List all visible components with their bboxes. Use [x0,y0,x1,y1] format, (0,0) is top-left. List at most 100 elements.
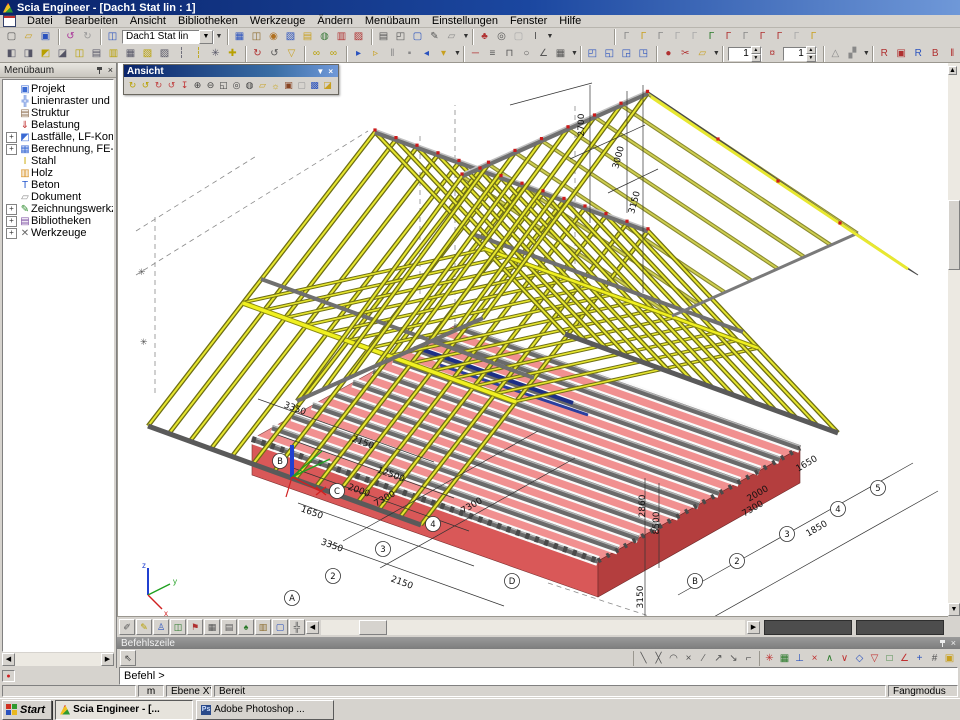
sidebar-tree-item[interactable]: + ╬ Linienraster und Gescho [3,95,113,107]
taskbar-app-button[interactable]: Ps Adobe Photoshop ... [196,700,334,720]
view-icon[interactable]: ▦ [122,46,139,61]
snap-icon[interactable]: ╲ [636,651,651,666]
select-icon[interactable]: ▸ [350,46,367,61]
draw-icon[interactable]: ✎ [136,619,152,635]
view-toolbar-header[interactable]: Ansicht ▼ × [124,65,338,77]
dropdown-icon[interactable]: ▼ [462,33,470,40]
snap-icon[interactable]: ∕ [696,651,711,666]
menu-item[interactable]: Bibliotheken [172,15,244,28]
dropdown-icon[interactable]: ▼ [454,50,461,57]
monitor-icon[interactable]: ▢ [272,619,288,635]
scrollbar-thumb[interactable] [948,200,960,270]
layers-icon[interactable]: ◫ [248,29,265,44]
print-icon[interactable]: ▤ [375,29,392,44]
redo-icon[interactable]: ↻ [79,29,96,44]
dropdown-icon[interactable]: ▼ [713,50,720,57]
expand-icon[interactable]: + [6,204,17,215]
line-icon[interactable]: ─ [467,46,484,61]
snap-mode-icon[interactable]: ✳ [762,651,777,666]
snap-mode-icon[interactable]: ◇ [852,651,867,666]
view-icon[interactable]: ◫ [71,46,88,61]
marker-icon[interactable]: ∞ [325,46,342,61]
calc-icon[interactable]: ◍ [316,29,333,44]
section-icon[interactable]: ‖ [944,46,960,61]
beam-profile-icon[interactable]: Γ [652,29,669,44]
scroll-up-icon[interactable]: ▲ [948,66,957,75]
layers-icon[interactable]: ▱ [256,79,269,93]
section-icon[interactable]: R [910,46,927,61]
command-panel-header[interactable]: Befehlszeile × [117,637,960,649]
undo-icon[interactable]: ↺ [62,29,79,44]
project-data-icon[interactable]: ▦ [231,29,248,44]
rotate-view-icon[interactable]: ↺ [165,79,178,93]
view-icon[interactable]: ◧ [3,46,20,61]
dropdown-icon[interactable]: ▼ [571,50,578,57]
expand-icon[interactable]: + [6,144,17,155]
new-file-icon[interactable]: ▢ [3,29,20,44]
rotate-icon[interactable]: ↻ [249,46,266,61]
window-settings-icon[interactable]: ▢ [295,79,308,93]
chart-icon[interactable]: ◫ [170,619,186,635]
snap-mode-icon[interactable]: ∨ [837,651,852,666]
snap-mode-icon[interactable]: ▽ [867,651,882,666]
angle-icon[interactable]: ∠ [535,46,552,61]
taskbar-app-button[interactable]: Scia Engineer - [... [55,700,193,720]
save-icon[interactable]: ▣ [37,29,54,44]
results-icon[interactable]: ▥ [333,29,350,44]
dropdown-icon[interactable]: ▼ [215,33,223,40]
grid-icon[interactable]: ╬ [289,619,305,635]
snap-icon[interactable]: ⌐ [741,651,756,666]
expand-icon[interactable]: + [6,216,17,227]
snap-mode-icon[interactable]: ▦ [777,651,792,666]
cursor-icon[interactable]: ⇖ [120,650,136,666]
cut-icon[interactable]: ✂ [677,46,694,61]
rotate-view-icon[interactable]: ↻ [152,79,165,93]
view-icon[interactable]: ▤ [88,46,105,61]
text-icon[interactable]: I [527,29,544,44]
menu-item[interactable]: Werkzeuge [244,15,311,28]
sidebar-tree-item[interactable]: + ✕ Werkzeuge [3,227,113,239]
pin-icon[interactable] [938,639,947,648]
draw-icon[interactable]: ✐ [119,619,135,635]
node-icon[interactable]: ≡ [484,46,501,61]
table-icon[interactable]: ▦ [204,619,220,635]
select-icon[interactable]: ◂ [418,46,435,61]
menu-item[interactable]: Datei [21,15,59,28]
open-icon[interactable]: ▱ [20,29,37,44]
open-folder-icon[interactable]: ▱ [694,46,711,61]
dropdown-icon[interactable]: ▼ [546,33,554,40]
snap-icon[interactable]: ↘ [726,651,741,666]
snap-mode-icon[interactable]: # [927,651,942,666]
delete-node-icon[interactable]: ● [660,46,677,61]
select-icon[interactable]: ▾ [435,46,452,61]
snap-icon[interactable]: × [681,651,696,666]
beam-profile-icon[interactable]: Γ [703,29,720,44]
section-icon[interactable]: ▣ [893,46,910,61]
marker-icon[interactable]: ∞ [308,46,325,61]
select-icon[interactable]: ▹ [367,46,384,61]
activity-icon[interactable]: ▞ [844,46,861,61]
beam-profile-icon[interactable]: Γ [788,29,805,44]
dropdown-icon[interactable]: ▼ [863,50,870,57]
picture-icon[interactable]: ▢ [409,29,426,44]
beam-profile-icon[interactable]: Γ [669,29,686,44]
beam-profile-icon[interactable]: Γ [737,29,754,44]
expand-icon[interactable]: + [6,132,17,143]
polyline-icon[interactable]: ⊓ [501,46,518,61]
menu-item[interactable]: Ansicht [124,15,172,28]
view-icon[interactable]: ┆ [173,46,190,61]
light-icon[interactable]: ☼ [269,79,282,93]
beam-profile-icon[interactable]: Γ [805,29,822,44]
sidebar-tree-item[interactable]: + ▤ Bibliotheken [3,215,113,227]
menu-item[interactable]: Ändern [311,15,358,28]
combo-dropdown-icon[interactable]: ▼ [199,30,213,44]
document-window-icon[interactable] [3,15,16,27]
sidebar-tree-item[interactable]: + ✎ Zeichnungswerkzeuge [3,203,113,215]
zoom-selection-icon[interactable]: ◍ [243,79,256,93]
close-icon[interactable]: × [326,67,335,76]
engineering-icon[interactable]: ▨ [350,29,367,44]
vertical-scrollbar[interactable]: ▲ ▼ [948,63,960,616]
person-icon[interactable]: ♙ [153,619,169,635]
snap-mode-icon[interactable]: ∧ [822,651,837,666]
menu-item[interactable]: Fenster [504,15,553,28]
